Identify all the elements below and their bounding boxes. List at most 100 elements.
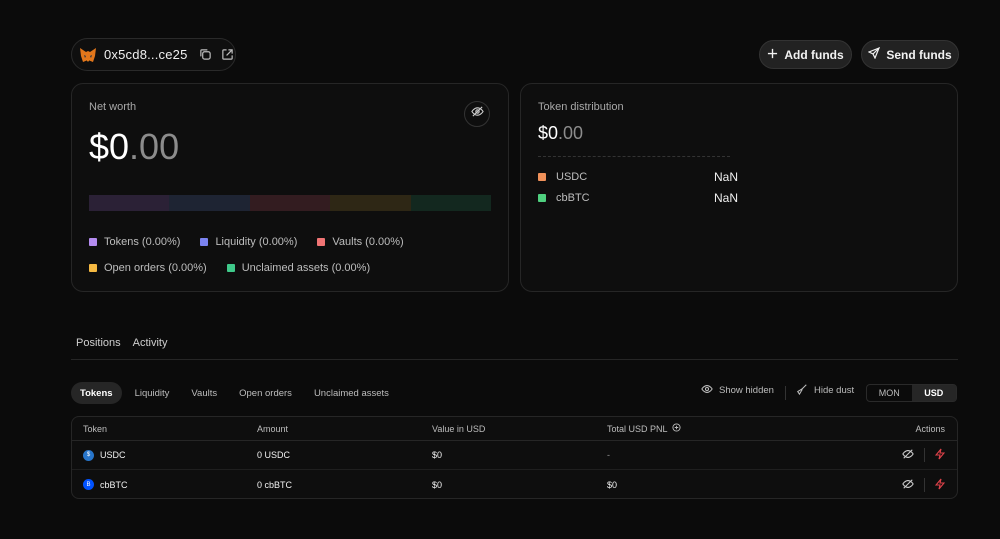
amount-cell: 0 cbBTC (257, 479, 293, 490)
color-swatch (538, 173, 546, 181)
cbbtc-icon: B (83, 479, 94, 490)
divider (538, 156, 730, 157)
col-actions: Actions (915, 423, 945, 434)
tab-positions[interactable]: Positions (76, 337, 121, 349)
legend-item: Tokens (0.00%) (89, 236, 180, 248)
value-cell: $0 (432, 450, 443, 460)
external-link-icon[interactable] (219, 46, 235, 64)
plus-icon (767, 48, 778, 62)
eye-icon (701, 383, 713, 398)
usdc-icon: $ (83, 449, 94, 461)
legend-item: Unclaimed assets (0.00%) (226, 262, 371, 274)
tool-separator (785, 386, 786, 400)
col-token: Token (83, 423, 108, 434)
token-distribution-label: Token distribution (538, 101, 624, 113)
pnl-cell: - (607, 450, 610, 460)
token-name: USDC (556, 171, 588, 183)
color-swatch (538, 194, 546, 202)
token-share: NaN (713, 191, 738, 205)
token-cell: B cbBTC (83, 479, 128, 490)
legend-label: Unclaimed assets (0.00%) (241, 262, 371, 274)
table-header: Token Amount Value in USD Total USD PNL … (72, 417, 957, 441)
table-row: B cbBTC 0 cbBTC $0 $0 (72, 470, 957, 499)
token-distribution-card: Token distribution $0.00 USDC NaN cbBTC … (520, 83, 958, 292)
position-subtabs: Tokens Liquidity Vaults Open orders Uncl… (71, 382, 398, 404)
distribution-segment (410, 195, 492, 211)
value-cell: $0 (432, 479, 443, 490)
legend-swatch (89, 238, 97, 246)
legend-label: Liquidity (0.00%) (215, 236, 298, 248)
token-cell: $ USDC (83, 449, 126, 461)
legend-swatch (226, 264, 235, 272)
pnl-cell: $0 (607, 479, 618, 490)
net-worth-card: Net worth $0.00 Tokens (0.00%) Liquidity … (71, 83, 509, 292)
info-icon[interactable] (671, 423, 681, 434)
token-symbol: cbBTC (100, 479, 128, 490)
td-int: $0 (538, 123, 559, 143)
add-funds-button[interactable]: Add funds (759, 40, 852, 69)
distribution-segment (249, 195, 331, 211)
col-value: Value in USD (432, 423, 486, 434)
show-hidden-toggle[interactable]: Show hidden (701, 383, 774, 398)
eye-off-icon (470, 105, 484, 123)
net-worth-value: $0.00 (89, 126, 179, 168)
show-hidden-label: Show hidden (719, 385, 774, 396)
currency-toggle: MON USD (866, 384, 957, 402)
currency-mon[interactable]: MON (867, 385, 912, 401)
copy-icon[interactable] (198, 46, 214, 64)
row-actions (902, 477, 946, 492)
hide-token-icon[interactable] (902, 448, 914, 462)
subtab-open-orders[interactable]: Open orders (230, 382, 301, 404)
subtab-unclaimed-assets[interactable]: Unclaimed assets (305, 382, 398, 404)
action-separator (924, 477, 925, 492)
distribution-row-cbbtc: cbBTC NaN (538, 191, 738, 205)
token-distribution-value: $0.00 (538, 123, 583, 144)
legend-swatch (317, 238, 326, 246)
legend-label: Open orders (0.00%) (104, 262, 207, 274)
token-name: cbBTC (556, 192, 590, 204)
currency-usd[interactable]: USD (911, 385, 956, 401)
send-icon (867, 46, 881, 62)
hide-balance-button[interactable] (464, 101, 490, 127)
send-funds-label: Send funds (886, 47, 952, 62)
distribution-segment (169, 195, 250, 211)
tabs-divider (71, 359, 958, 360)
legend-swatch (200, 238, 209, 246)
legend-row: Open orders (0.00%) Unclaimed assets (0.0… (89, 262, 370, 274)
send-funds-button[interactable]: Send funds (861, 40, 959, 69)
distribution-bar (89, 195, 492, 211)
amount-cell: 0 USDC (257, 450, 291, 460)
col-pnl: Total USD PNL (607, 423, 681, 434)
legend-label: Tokens (0.00%) (104, 236, 181, 248)
broom-icon (796, 383, 808, 398)
col-pnl-label: Total USD PNL (607, 423, 668, 434)
hide-dust-label: Hide dust (814, 385, 855, 396)
metamask-fox-icon (78, 44, 98, 66)
swap-lightning-icon[interactable] (934, 448, 946, 462)
distribution-segment (89, 195, 170, 211)
wallet-address: 0x5cd8...ce25 (104, 47, 188, 62)
tab-activity[interactable]: Activity (133, 337, 168, 349)
hide-dust-toggle[interactable]: Hide dust (796, 383, 854, 398)
wallet-pill: 0x5cd8...ce25 (71, 38, 236, 71)
legend-row: Tokens (0.00%) Liquidity (0.00%) Vaults (0… (89, 236, 404, 248)
action-separator (924, 448, 925, 462)
subtab-liquidity[interactable]: Liquidity (126, 382, 179, 404)
net-worth-dec: .00 (129, 126, 180, 167)
legend-item: Vaults (0.00%) (317, 236, 404, 248)
distribution-segment (330, 195, 411, 211)
hide-token-icon[interactable] (902, 478, 914, 492)
col-amount: Amount (257, 423, 289, 434)
swap-lightning-icon[interactable] (934, 478, 946, 492)
table-row: $ USDC 0 USDC $0 - (72, 441, 957, 470)
legend-item: Liquidity (0.00%) (200, 236, 297, 248)
distribution-row-usdc: USDC NaN (538, 170, 738, 184)
legend-swatch (89, 264, 97, 272)
legend-item: Open orders (0.00%) (89, 262, 207, 274)
add-funds-label: Add funds (784, 47, 844, 62)
subtab-tokens[interactable]: Tokens (71, 382, 122, 404)
legend-label: Vaults (0.00%) (332, 236, 404, 248)
row-actions (902, 448, 946, 462)
token-share: NaN (713, 170, 738, 184)
subtab-vaults[interactable]: Vaults (182, 382, 226, 404)
